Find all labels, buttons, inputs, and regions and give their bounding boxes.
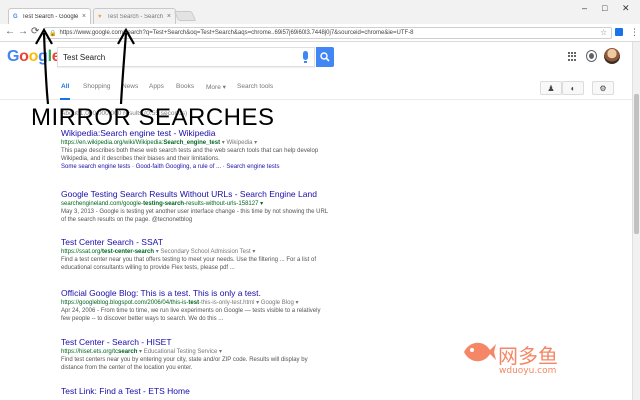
watermark-url: wduoyu.com bbox=[499, 366, 557, 376]
result-item: Official Google Blog: This is a test. Th… bbox=[61, 288, 331, 323]
browser-toolbar: ← → ⟳ 🔒 https://www.google.com/search?q=… bbox=[0, 24, 640, 42]
result-title-link[interactable]: Test Link: Find a Test - ETS Home bbox=[61, 386, 331, 397]
result-item: Test Link: Find a Test - ETS Home bbox=[61, 386, 331, 397]
reload-icon[interactable]: ⟳ bbox=[31, 27, 39, 37]
result-url: searchengineland.com/google-testing-sear… bbox=[61, 200, 331, 208]
result-item: Wikipedia:Search engine test - Wikipedia… bbox=[61, 128, 331, 171]
tab-news[interactable]: News bbox=[122, 83, 138, 90]
url-bold: test bbox=[188, 300, 200, 306]
result-snippet: This page describes both these web searc… bbox=[61, 148, 319, 162]
forward-arrow-icon[interactable]: → bbox=[18, 27, 28, 37]
tab-shopping[interactable]: Shopping bbox=[83, 83, 110, 90]
google-logo[interactable]: Google bbox=[7, 48, 61, 66]
browser-tab-inactive[interactable]: ♥ Test Search - Search Re × bbox=[93, 8, 176, 24]
close-tab-icon[interactable]: × bbox=[167, 13, 171, 20]
person-icon[interactable]: ♟ bbox=[540, 81, 562, 95]
microphone-icon[interactable] bbox=[303, 51, 308, 63]
result-snippet: Apr 24, 2006 - From time to time, we run… bbox=[61, 308, 321, 322]
heart-favicon-icon: ♥ bbox=[98, 13, 102, 20]
back-arrow-icon[interactable]: ← bbox=[5, 27, 15, 37]
logo-letter: g bbox=[38, 48, 48, 65]
settings-gear-icon[interactable]: ⚙ bbox=[592, 81, 614, 95]
chrome-menu-icon[interactable]: ⋮ bbox=[630, 27, 639, 38]
google-favicon-icon: G bbox=[13, 13, 18, 20]
avatar[interactable] bbox=[604, 48, 620, 64]
result-item: Test Center Search - SSAT https://ssat.o… bbox=[61, 237, 331, 272]
url-tail: -this-is-only-test.html ▾ Google Blog ▾ bbox=[199, 300, 299, 306]
result-snippet: Find a test center near you that offers … bbox=[61, 257, 317, 271]
minimize-icon[interactable]: – bbox=[582, 3, 587, 13]
url-tail: ▾ Educational Testing Service ▾ bbox=[137, 349, 223, 355]
url-text: https://googleblog.blogspot.com/2006/04/… bbox=[61, 300, 189, 306]
result-item: Test Center - Search - HISET https://his… bbox=[61, 337, 331, 372]
search-input[interactable]: Test Search bbox=[57, 47, 315, 67]
tab-books[interactable]: Books bbox=[176, 83, 194, 90]
result-url: https://ssat.org/test-center-search ▾ Se… bbox=[61, 248, 331, 256]
search-query: Test Search bbox=[63, 52, 106, 62]
close-tab-icon[interactable]: × bbox=[82, 13, 86, 20]
scrollbar-thumb[interactable] bbox=[634, 94, 639, 234]
result-sitelinks[interactable]: Some search engine tests · Good-faith Go… bbox=[61, 163, 331, 171]
url-text: searchengineland.com/google- bbox=[61, 201, 144, 207]
bookmark-star-icon[interactable]: ☆ bbox=[600, 28, 607, 37]
url-bold: test-center-search bbox=[102, 249, 155, 255]
url-text: https://ssat.org/ bbox=[61, 249, 103, 255]
close-window-icon[interactable]: ✕ bbox=[622, 3, 630, 14]
result-title-link[interactable]: Official Google Blog: This is a test. Th… bbox=[61, 288, 331, 299]
address-url: https://www.google.com/search?q=Test+Sea… bbox=[59, 30, 414, 36]
extension-icon[interactable] bbox=[615, 28, 623, 36]
lock-icon: 🔒 bbox=[49, 30, 57, 37]
url-tail: ▾ Secondary School Admission Test ▾ bbox=[154, 249, 256, 255]
tab-strip: G Test Search - Google Se × ♥ Test Searc… bbox=[0, 0, 640, 24]
tab-title: Test Search - Google Se bbox=[22, 13, 80, 20]
url-tail: ▾ Wikipedia ▾ bbox=[220, 140, 258, 146]
active-tab-underline bbox=[60, 98, 70, 100]
tab-more[interactable]: More ▾ bbox=[206, 83, 226, 91]
magnifier-icon bbox=[320, 52, 330, 62]
url-bold: search bbox=[118, 349, 138, 355]
url-text: https://hiset.ets.org/tc bbox=[61, 349, 119, 355]
hide-results-icon[interactable]: ◐ bbox=[562, 81, 584, 95]
url-tail: -results-without-urls-158127 ▾ bbox=[184, 201, 264, 207]
result-url: https://hiset.ets.org/tcsearch ▾ Educati… bbox=[61, 348, 331, 356]
search-button[interactable] bbox=[316, 47, 334, 67]
result-title-link[interactable]: Google Testing Search Results Without UR… bbox=[61, 189, 331, 200]
maximize-icon[interactable]: □ bbox=[602, 3, 607, 13]
tab-apps[interactable]: Apps bbox=[149, 83, 164, 90]
new-tab-button[interactable] bbox=[173, 11, 197, 21]
page-scrollbar[interactable] bbox=[632, 42, 640, 400]
watermark-name: 网多鱼 bbox=[498, 344, 558, 368]
result-title-link[interactable]: Test Center - Search - HISET bbox=[61, 337, 331, 348]
logo-letter: o bbox=[28, 48, 39, 65]
url-bold: testing-search bbox=[143, 201, 185, 207]
url-text: https://en.wikipedia.org/wiki/Wikipedia: bbox=[61, 140, 164, 146]
result-url: https://googleblog.blogspot.com/2006/04/… bbox=[61, 299, 331, 307]
apps-grid-icon[interactable] bbox=[568, 52, 577, 61]
annotation-label: MIRROR SEARCHES bbox=[31, 104, 275, 131]
browser-tab-active[interactable]: G Test Search - Google Se × bbox=[8, 8, 91, 24]
logo-letter: o bbox=[19, 48, 29, 65]
tab-search-tools[interactable]: Search tools bbox=[237, 83, 273, 90]
url-bold: Search_engine_test bbox=[163, 140, 221, 146]
address-bar[interactable]: 🔒 https://www.google.com/search?q=Test+S… bbox=[44, 27, 612, 39]
tab-title: Test Search - Search Re bbox=[107, 13, 165, 20]
fish-logo-icon bbox=[464, 342, 496, 362]
result-item: Google Testing Search Results Without UR… bbox=[61, 189, 331, 224]
notifications-icon[interactable] bbox=[587, 51, 596, 61]
result-title-link[interactable]: Test Center Search - SSAT bbox=[61, 237, 331, 248]
result-snippet: May 3, 2013 - Google is testing yet anot… bbox=[61, 209, 328, 223]
logo-letter: G bbox=[7, 48, 20, 65]
result-url: https://en.wikipedia.org/wiki/Wikipedia:… bbox=[61, 139, 331, 147]
result-snippet: Find test centers near you by entering y… bbox=[61, 357, 308, 371]
tab-all[interactable]: All bbox=[61, 83, 69, 90]
